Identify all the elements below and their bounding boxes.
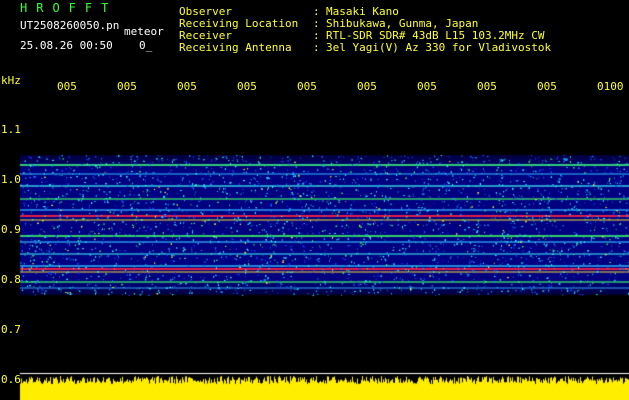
x-tick-label: 0100	[597, 80, 624, 93]
spectrogram-canvas	[0, 95, 629, 400]
y-tick-label: 1.1	[1, 123, 21, 136]
x-tick-label: 005	[237, 80, 257, 93]
x-tick-label: 005	[417, 80, 437, 93]
y-tick-label: 0.6	[1, 373, 21, 386]
y-tick-label: 0.9	[1, 223, 21, 236]
mode-label: meteor	[124, 25, 164, 38]
x-tick-label: 005	[177, 80, 197, 93]
x-tick-label: 005	[537, 80, 557, 93]
datetime-label: 25.08.26 00:50	[20, 39, 113, 52]
y-tick-label: 0.7	[1, 323, 21, 336]
x-tick-label: 005	[297, 80, 317, 93]
x-tick-label: 005	[357, 80, 377, 93]
y-tick-label: 0.8	[1, 273, 21, 286]
x-tick-label: 005	[477, 80, 497, 93]
x-tick-label: 005	[117, 80, 137, 93]
info-sep: :	[313, 41, 320, 54]
y-tick-label: 1.0	[1, 173, 21, 186]
filename-label: UT2508260050.pn	[20, 19, 120, 32]
hrofft-logo: HROFFT	[20, 1, 118, 15]
info-value-antenna: 3el Yagi(V) Az 330 for Vladivostok	[326, 41, 552, 54]
x-tick-label: 005	[57, 80, 77, 93]
y-unit-label: kHz	[1, 74, 21, 87]
info-label-antenna: Receiving Antenna	[179, 41, 292, 54]
zero-mark: 0_	[139, 39, 153, 52]
